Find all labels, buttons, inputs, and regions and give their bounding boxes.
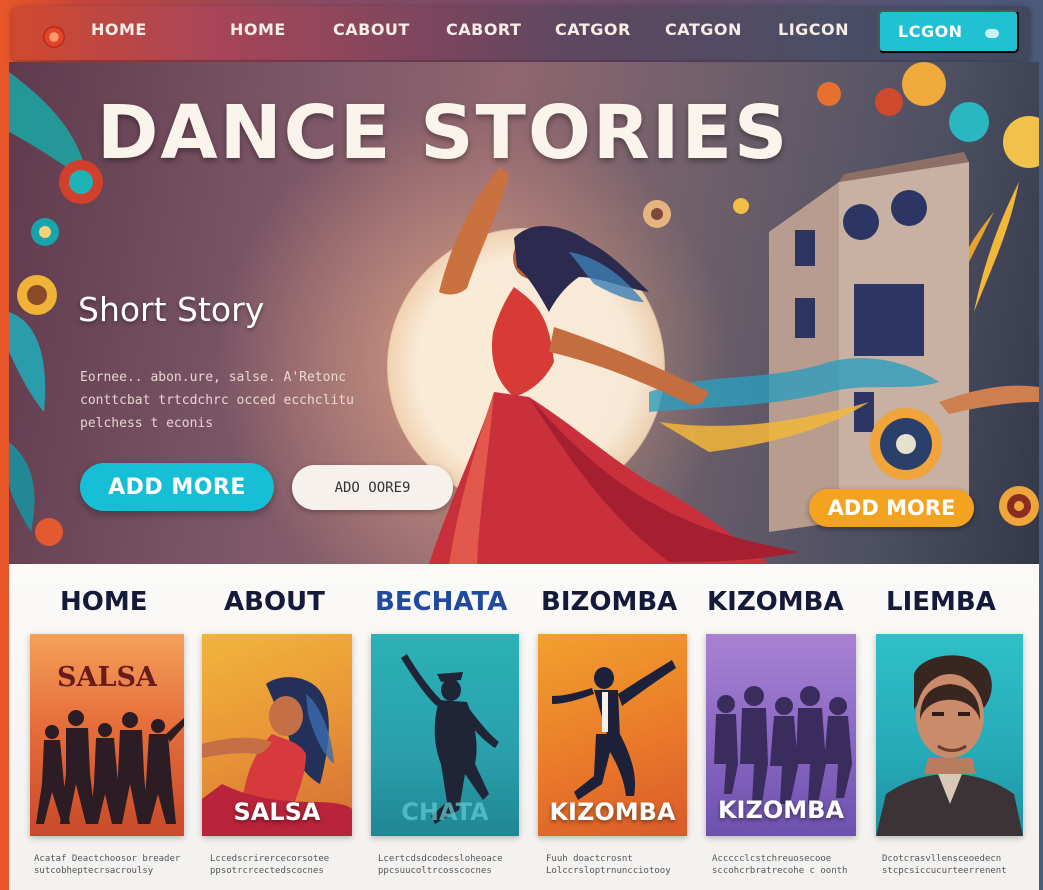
card-description-line: Fuuh doactcrosnt	[546, 854, 633, 864]
hero-banner: DANCE STORIES Short Story Eornee.. abon.…	[9, 62, 1039, 564]
nav-item-about[interactable]: CABOUT	[333, 20, 410, 42]
toggle-dot-icon	[985, 29, 999, 38]
nav-item-home[interactable]: HOME	[91, 20, 147, 42]
nav-item-home-2[interactable]: HOME	[230, 20, 286, 42]
card-description: Acataf Deactchoosor breader sutcobheptec…	[34, 853, 184, 881]
category-label-about[interactable]: ABOUT	[224, 587, 325, 621]
login-button[interactable]: LCGON	[878, 10, 1019, 53]
hero-body-line: conttcbat trtcdchrc occed ecchclitu	[80, 393, 354, 408]
nav-item-catgor[interactable]: CATGOR	[555, 20, 631, 42]
category-label-bizomba[interactable]: BIZOMBA	[541, 587, 677, 621]
login-button-label: LCGON	[898, 22, 963, 41]
category-label-kizomba[interactable]: KIZOMBA	[707, 587, 844, 621]
hero-body-text: Eornee.. abon.ure, salse. A'Retonc contt…	[80, 366, 390, 435]
card-caption: CHATA	[401, 798, 489, 826]
card-description: Fuuh doactcrosnt Lolccrsloptrnuncciotooy	[546, 853, 686, 881]
card-description: Lcertcdsdcodecsloheoace ppcsuucoltrcossc…	[378, 853, 518, 881]
category-card-kizomba-1[interactable]: KIZOMBA	[538, 634, 687, 836]
man-portrait-avatar	[876, 655, 1023, 836]
card-description-line: Dcotcrasvllensceoedecn	[882, 854, 1002, 864]
nav-item-about-2[interactable]: CABORT	[446, 20, 521, 42]
nav-item-catgon[interactable]: CATGON	[665, 20, 742, 42]
site-logo-icon[interactable]	[43, 26, 65, 48]
card-description: Dcotcrasvllensceoedecn stcpcsiccucurteer…	[882, 853, 1022, 881]
nav-item-ligcon[interactable]: LIGCON	[778, 20, 849, 42]
card-description-line: Accccclcstchreuosecooe	[712, 854, 832, 864]
category-label-home[interactable]: HOME	[60, 587, 148, 621]
card-description-line: Lolccrsloptrnuncciotooy	[546, 866, 671, 876]
category-label-liemba[interactable]: LIEMBA	[886, 587, 996, 621]
card-description: Lccedscrirercecorsotee ppsotrcrcectedsco…	[210, 853, 350, 881]
card-description-line: stcpcsiccucurteerrenent	[882, 866, 1007, 876]
card-description: Accccclcstchreuosecooe sccohcrbratrecohe…	[712, 853, 854, 881]
card-caption: SALSA	[233, 798, 321, 826]
hero-subtitle: Short Story	[78, 290, 265, 329]
card-description-line: Lcertcdsdcodecsloheoace	[378, 854, 503, 864]
category-card-bechata[interactable]: CHATA	[371, 634, 519, 836]
card-caption: KIZOMBA	[549, 798, 676, 826]
add-more-button[interactable]: ADD MORE	[80, 463, 274, 511]
category-card-kizomba-2[interactable]: KIZOMBA	[706, 634, 856, 836]
category-card-liemba[interactable]	[876, 634, 1023, 836]
hero-body-line: pelchess t econis	[80, 416, 214, 431]
add-more-accent-button[interactable]: ADD MORE	[809, 489, 974, 527]
category-label-bechata[interactable]: BECHATA	[375, 587, 507, 621]
dancers-silhouette-icon	[36, 710, 184, 824]
card-description-line: sutcobheptecrsacroulsy	[34, 866, 154, 876]
card-description-line: ppcsuucoltrcosscocnes	[378, 866, 492, 876]
add-story-button[interactable]: ADO OORE9	[292, 465, 453, 510]
card-description-line: Lccedscrirercecorsotee	[210, 854, 330, 864]
card-description-line: Acataf Deactchoosor breader	[34, 854, 181, 864]
category-card-salsa[interactable]: SALSA	[202, 634, 352, 836]
hero-body-line: Eornee.. abon.ure, salse. A'Retonc	[80, 370, 347, 385]
hero-title: DANCE STORIES	[97, 90, 790, 176]
card-description-line: ppsotrcrcectedscocnes	[210, 866, 324, 876]
category-card-salsa-group[interactable]: SALSA	[30, 634, 184, 836]
card-description-line: sccohcrbratrecohe c oonth	[712, 866, 848, 876]
card-caption: KIZOMBA	[717, 796, 845, 824]
